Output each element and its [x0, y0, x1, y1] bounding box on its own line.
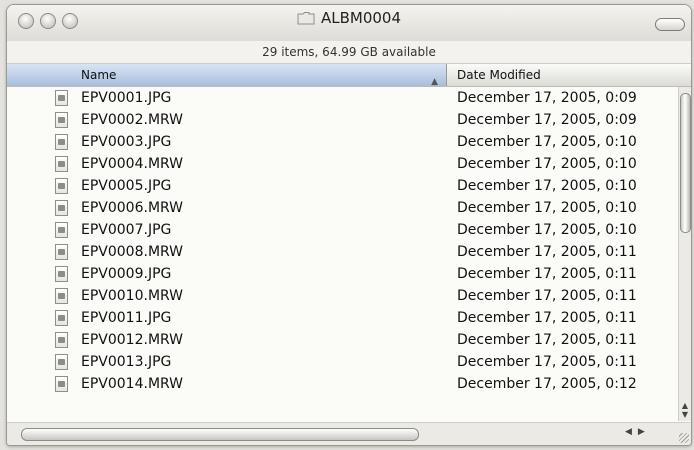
file-date-modified: December 17, 2005, 0:10 — [457, 156, 637, 172]
file-date-modified: December 17, 2005, 0:11 — [457, 332, 637, 348]
file-date-modified: December 17, 2005, 0:09 — [457, 90, 637, 106]
file-row[interactable]: EPV0011.JPG December 17, 2005, 0:11 — [7, 307, 679, 329]
column-header-name-label: Name — [81, 68, 117, 82]
file-date-modified: December 17, 2005, 0:12 — [457, 376, 637, 392]
image-document-icon — [55, 310, 68, 326]
file-date-modified: December 17, 2005, 0:10 — [457, 222, 637, 238]
file-name: EPV0004.MRW — [81, 156, 184, 172]
image-document-icon — [55, 332, 68, 348]
vertical-scrollbar[interactable]: ▲ ▼ — [678, 87, 691, 421]
window-title: ALBM0004 — [320, 9, 402, 27]
file-row[interactable]: EPV0009.JPG December 17, 2005, 0:11 — [7, 263, 679, 285]
file-row[interactable]: EPV0001.JPG December 17, 2005, 0:09 — [7, 87, 679, 109]
image-document-icon — [55, 266, 68, 282]
image-document-icon — [55, 200, 68, 216]
list-header: Name ▲ Date Modified — [7, 64, 691, 87]
horizontal-scroll-arrows[interactable]: ◀▶ — [625, 427, 651, 437]
image-document-icon — [55, 178, 68, 194]
file-name: EPV0009.JPG — [81, 266, 172, 282]
file-name: EPV0002.MRW — [81, 112, 184, 128]
column-header-date[interactable]: Date Modified — [457, 64, 541, 86]
file-name: EPV0003.JPG — [81, 134, 172, 150]
toolbar-toggle-button[interactable] — [655, 18, 685, 31]
file-date-modified: December 17, 2005, 0:09 — [457, 112, 637, 128]
file-row[interactable]: EPV0006.MRW December 17, 2005, 0:10 — [7, 197, 679, 219]
image-document-icon — [55, 354, 68, 370]
file-row[interactable]: EPV0005.JPG December 17, 2005, 0:10 — [7, 175, 679, 197]
file-date-modified: December 17, 2005, 0:11 — [457, 354, 637, 370]
file-date-modified: December 17, 2005, 0:10 — [457, 200, 637, 216]
vertical-scroll-thumb[interactable] — [680, 93, 691, 233]
title-bar[interactable]: ALBM0004 — [7, 5, 691, 42]
file-name: EPV0011.JPG — [81, 310, 172, 326]
status-bar: 29 items, 64.99 GB available — [7, 41, 691, 64]
file-date-modified: December 17, 2005, 0:11 — [457, 266, 637, 282]
horizontal-scroll-thumb[interactable] — [21, 428, 419, 441]
file-date-modified: December 17, 2005, 0:10 — [457, 134, 637, 150]
image-document-icon — [55, 376, 68, 392]
folder-icon — [297, 12, 315, 25]
file-row[interactable]: EPV0002.MRW December 17, 2005, 0:09 — [7, 109, 679, 131]
file-name: EPV0013.JPG — [81, 354, 172, 370]
file-name: EPV0008.MRW — [81, 244, 184, 260]
file-name: EPV0014.MRW — [81, 376, 184, 392]
file-row[interactable]: EPV0010.MRW December 17, 2005, 0:11 — [7, 285, 679, 307]
file-name: EPV0007.JPG — [81, 222, 172, 238]
file-date-modified: December 17, 2005, 0:10 — [457, 178, 637, 194]
file-name: EPV0010.MRW — [81, 288, 184, 304]
file-name: EPV0012.MRW — [81, 332, 184, 348]
image-document-icon — [55, 222, 68, 238]
file-row[interactable]: EPV0014.MRW December 17, 2005, 0:12 — [7, 373, 679, 395]
image-document-icon — [55, 156, 68, 172]
horizontal-scrollbar[interactable]: ◀▶ — [7, 422, 691, 445]
file-name: EPV0006.MRW — [81, 200, 184, 216]
file-name: EPV0001.JPG — [81, 90, 172, 106]
file-date-modified: December 17, 2005, 0:11 — [457, 310, 637, 326]
file-row[interactable]: EPV0012.MRW December 17, 2005, 0:11 — [7, 329, 679, 351]
image-document-icon — [55, 90, 68, 106]
resize-grip[interactable] — [679, 433, 689, 443]
finder-window: ALBM0004 29 items, 64.99 GB available Na… — [6, 4, 692, 446]
file-date-modified: December 17, 2005, 0:11 — [457, 244, 637, 260]
column-header-name[interactable]: Name ▲ — [7, 64, 447, 87]
file-row[interactable]: EPV0003.JPG December 17, 2005, 0:10 — [7, 131, 679, 153]
window-title-area: ALBM0004 — [7, 9, 691, 27]
image-document-icon — [55, 288, 68, 304]
vertical-scroll-arrows[interactable]: ▲ ▼ — [679, 401, 691, 419]
file-row[interactable]: EPV0004.MRW December 17, 2005, 0:10 — [7, 153, 679, 175]
file-row[interactable]: EPV0007.JPG December 17, 2005, 0:10 — [7, 219, 679, 241]
file-name: EPV0005.JPG — [81, 178, 172, 194]
file-row[interactable]: EPV0013.JPG December 17, 2005, 0:11 — [7, 351, 679, 373]
image-document-icon — [55, 134, 68, 150]
image-document-icon — [55, 244, 68, 260]
file-list: EPV0001.JPG December 17, 2005, 0:09 EPV000… — [7, 87, 679, 421]
image-document-icon — [55, 112, 68, 128]
file-row[interactable]: EPV0008.MRW December 17, 2005, 0:11 — [7, 241, 679, 263]
file-date-modified: December 17, 2005, 0:11 — [457, 288, 637, 304]
